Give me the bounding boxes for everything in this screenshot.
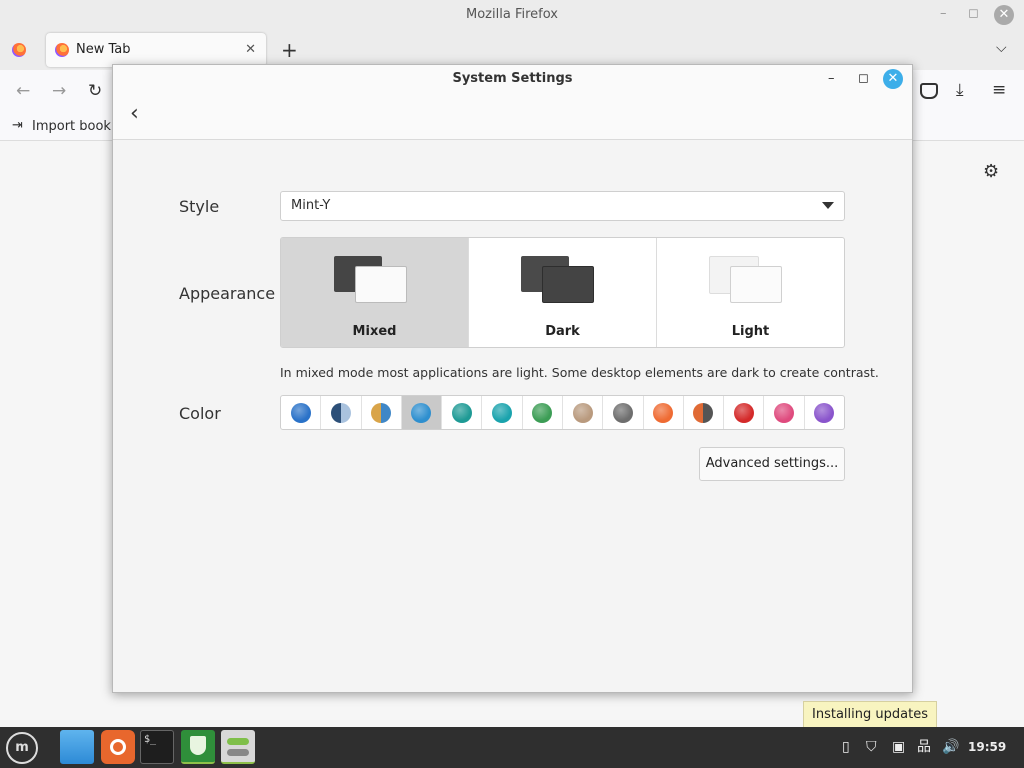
appearance-option-dark[interactable]: Dark [469, 238, 657, 347]
notes-tray-icon[interactable]: ▣ [892, 727, 905, 768]
color-option-blue[interactable] [281, 396, 322, 429]
reload-icon[interactable]: ↻ [88, 81, 102, 101]
appearance-option-mixed[interactable]: Mixed [281, 238, 469, 347]
color-swatch-icon [814, 402, 835, 423]
color-swatch-icon [693, 402, 714, 423]
terminal-icon[interactable]: $_ [140, 730, 174, 764]
advanced-settings-button[interactable]: Advanced settings... [699, 447, 845, 481]
pocket-icon[interactable] [920, 83, 938, 99]
color-swatch-icon [653, 402, 674, 423]
clock[interactable]: 19:59 [968, 727, 1006, 768]
color-option-purple[interactable] [805, 396, 844, 429]
color-option-green[interactable] [523, 396, 563, 429]
appearance-description: In mixed mode most applications are ligh… [280, 365, 879, 380]
color-option-teal[interactable] [442, 396, 483, 429]
settings-maximize-button[interactable]: ◻ [858, 71, 869, 86]
firefox-taskbar-icon[interactable] [101, 730, 135, 764]
color-option-dark-blue-split[interactable] [321, 396, 362, 429]
color-swatch-icon [612, 402, 633, 423]
tab-list-chevron-down-icon[interactable]: ⌵ [996, 40, 1007, 56]
toggle-off-glyph-icon [227, 749, 249, 756]
firefox-tab-new-tab[interactable]: New Tab ✕ [46, 33, 266, 67]
firefox-view-icon[interactable] [12, 43, 26, 57]
files-folder-icon[interactable] [60, 730, 94, 764]
color-swatch-icon [451, 402, 472, 423]
firefox-tab-favicon-icon [55, 43, 69, 57]
color-label: Color [179, 404, 221, 423]
back-arrow-icon[interactable]: ← [16, 81, 30, 101]
import-bookmarks-icon: ⇥ [12, 118, 23, 133]
dropdown-arrow-icon [822, 202, 834, 209]
appearance-label-light: Light [731, 324, 770, 339]
clipboard-tray-icon[interactable]: ▯ [842, 727, 850, 768]
dark-front-pane-icon [542, 266, 594, 303]
downloads-icon[interactable]: ⤓ [956, 80, 964, 100]
settings-window-title: System Settings [452, 71, 573, 86]
appearance-label: Appearance [179, 284, 276, 303]
color-swatch-icon [290, 402, 311, 423]
firefox-minimize-button[interactable]: – [940, 6, 947, 21]
color-swatch-icon [532, 402, 553, 423]
settings-close-button[interactable]: ✕ [883, 69, 903, 89]
firefox-maximize-button[interactable]: ◻ [968, 6, 979, 21]
network-tray-icon[interactable]: 品 [917, 727, 931, 768]
color-selector [280, 395, 845, 430]
appearance-label-dark: Dark [545, 324, 580, 339]
forward-arrow-icon[interactable]: → [52, 81, 66, 101]
new-tab-settings-gear-icon[interactable]: ⚙ [983, 161, 999, 182]
appearance-option-light[interactable]: Light [657, 238, 844, 347]
settings-minimize-button[interactable]: – [828, 71, 835, 86]
mixed-light-pane-icon [355, 266, 407, 303]
tab-title: New Tab [76, 42, 131, 57]
back-chevron-icon[interactable]: ‹ [130, 103, 139, 125]
system-settings-window: System Settings – ◻ ✕ ‹ Style Mint-Y App… [112, 64, 913, 693]
color-option-aqua[interactable] [401, 396, 443, 429]
style-dropdown-value: Mint-Y [291, 198, 331, 213]
tab-close-icon[interactable]: ✕ [245, 33, 256, 67]
color-swatch-icon [774, 402, 795, 423]
taskbar: m $_ ▯ ⛉ ▣ 品 🔊 19:59 [0, 727, 1024, 768]
color-option-red[interactable] [724, 396, 765, 429]
color-option-pink[interactable] [764, 396, 805, 429]
firefox-window-title: Mozilla Firefox [466, 7, 558, 22]
update-tooltip: Installing updates [803, 701, 937, 729]
update-manager-shield-icon[interactable] [181, 730, 215, 764]
style-label: Style [179, 197, 220, 216]
color-swatch-icon [733, 402, 754, 423]
shield-glyph-icon [190, 736, 206, 755]
color-option-orange[interactable] [644, 396, 684, 429]
mint-menu-icon[interactable]: m [6, 732, 38, 764]
color-option-cyan[interactable] [482, 396, 523, 429]
color-swatch-icon [330, 402, 351, 423]
appearance-label-mixed: Mixed [352, 324, 397, 339]
firefox-close-button[interactable]: ✕ [994, 5, 1014, 25]
style-dropdown[interactable]: Mint-Y [280, 191, 845, 221]
firefox-glyph-icon [110, 739, 126, 755]
color-swatch-icon [492, 402, 513, 423]
volume-tray-icon[interactable]: 🔊 [942, 727, 959, 768]
new-tab-button[interactable]: + [281, 38, 298, 62]
color-swatch-icon [371, 402, 392, 423]
color-option-grey[interactable] [603, 396, 644, 429]
toggle-on-glyph-icon [227, 738, 249, 745]
color-option-orange-blue-split[interactable] [362, 396, 402, 429]
import-bookmarks-link[interactable]: Import bookm [32, 119, 124, 134]
color-swatch-icon [411, 402, 432, 423]
update-shield-tray-icon[interactable]: ⛉ [866, 727, 877, 768]
appearance-selector: Mixed Dark Light [280, 237, 845, 348]
light-front-pane-icon [730, 266, 782, 303]
color-swatch-icon [572, 402, 593, 423]
color-option-orange-grey-split[interactable] [684, 396, 725, 429]
system-settings-toggle-icon[interactable] [221, 730, 255, 764]
color-option-sand[interactable] [563, 396, 604, 429]
menu-hamburger-icon[interactable]: ≡ [992, 80, 1006, 100]
